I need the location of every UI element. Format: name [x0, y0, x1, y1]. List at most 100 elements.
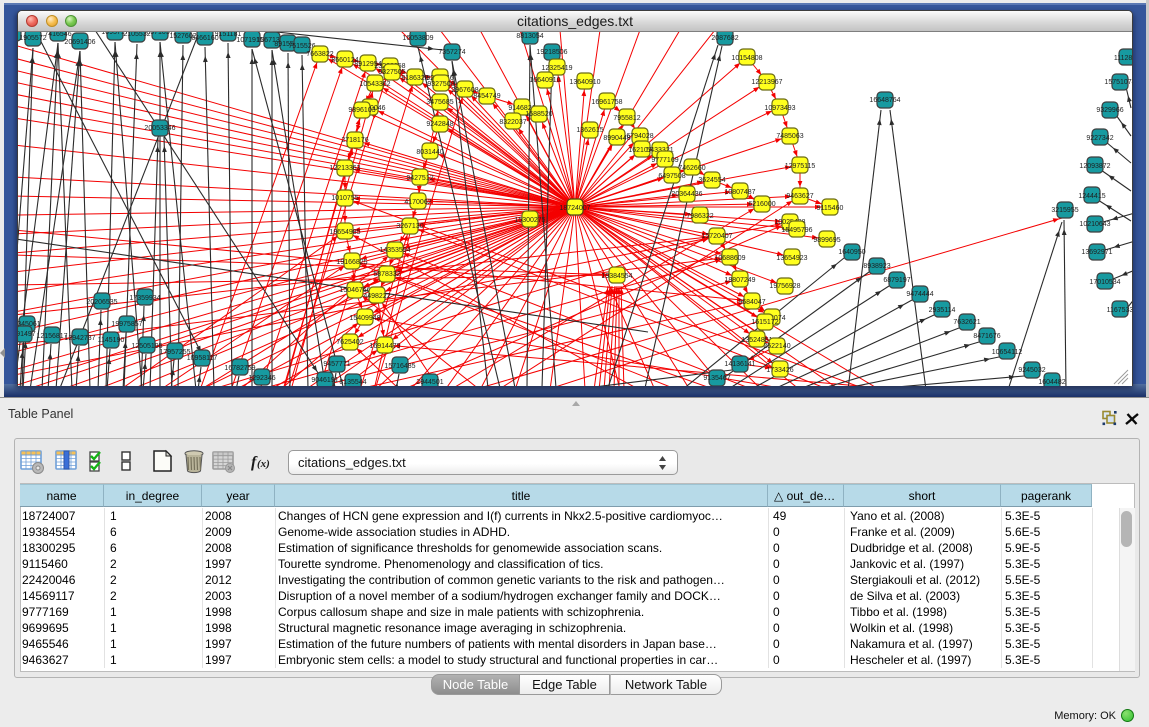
svg-text:9046191: 9046191	[311, 377, 338, 384]
svg-text:6216000: 6216000	[748, 201, 775, 208]
svg-text:1640950: 1640950	[838, 249, 865, 256]
svg-text:(x): (x)	[257, 458, 270, 470]
svg-text:3624554: 3624554	[698, 177, 725, 184]
svg-text:9474444: 9474444	[906, 291, 933, 298]
svg-text:1615172: 1615172	[751, 319, 778, 326]
svg-text:13654923: 13654923	[776, 255, 807, 262]
svg-text:7986322: 7986322	[686, 213, 713, 220]
svg-text:9899695: 9899695	[813, 237, 840, 244]
svg-text:15495796: 15495796	[781, 227, 812, 234]
svg-text:10807487: 10807487	[724, 189, 755, 196]
svg-text:7416546: 7416546	[44, 32, 71, 38]
svg-text:12325419: 12325419	[541, 65, 572, 72]
svg-text:991497: 991497	[18, 331, 36, 338]
svg-text:7462660: 7462660	[678, 165, 705, 172]
svg-text:18724007: 18724007	[559, 205, 590, 212]
svg-text:9684047: 9684047	[738, 299, 765, 306]
svg-text:19975857: 19975857	[111, 321, 142, 328]
svg-text:2522140: 2522140	[763, 343, 790, 350]
svg-text:12505195: 12505195	[131, 343, 162, 350]
svg-text:2944501: 2944501	[416, 379, 443, 386]
svg-text:16961758: 16961758	[591, 99, 622, 106]
svg-text:1733426: 1733426	[766, 367, 793, 374]
svg-text:10688609: 10688609	[714, 255, 745, 262]
svg-text:10958117: 10958117	[187, 355, 218, 362]
svg-text:8454749: 8454749	[473, 93, 500, 100]
svg-text:4170062: 4170062	[404, 199, 431, 206]
svg-text:6497508: 6497508	[658, 173, 685, 180]
svg-text:19756928: 19756928	[769, 283, 800, 290]
svg-text:12213363: 12213363	[329, 165, 360, 172]
svg-text:15409948: 15409948	[349, 315, 380, 322]
svg-text:1362615: 1362615	[576, 127, 603, 134]
svg-text:12093872: 12093872	[1079, 163, 1110, 170]
svg-text:7357274: 7357274	[438, 49, 465, 56]
svg-text:14353594: 14353594	[379, 247, 410, 254]
svg-text:1010755: 1010755	[331, 195, 358, 202]
svg-text:16640910: 16640910	[529, 77, 560, 84]
svg-text:9227342: 9227342	[1086, 135, 1113, 142]
svg-text:1292346: 1292346	[248, 375, 275, 382]
svg-text:8813054: 8813054	[516, 33, 543, 40]
svg-text:20053346: 20053346	[144, 125, 175, 132]
svg-text:7632621: 7632621	[953, 319, 980, 326]
svg-text:5878332: 5878332	[373, 271, 400, 278]
svg-text:12942737: 12942737	[64, 335, 95, 342]
svg-text:1588520: 1588520	[525, 111, 552, 118]
svg-text:14136141: 14136141	[724, 361, 755, 368]
svg-text:10654112: 10654112	[992, 349, 1023, 356]
svg-text:20691406: 20691406	[64, 39, 95, 46]
svg-text:8938923: 8938923	[863, 263, 890, 270]
svg-text:12975115: 12975115	[785, 163, 816, 170]
svg-text:18807249: 18807249	[724, 277, 755, 284]
svg-text:19654985: 19654985	[329, 229, 360, 236]
svg-text:7663822: 7663822	[306, 51, 333, 58]
svg-text:19166825: 19166825	[336, 259, 367, 266]
svg-text:8322037: 8322037	[499, 119, 526, 126]
svg-text:17359934: 17359934	[129, 295, 160, 302]
svg-text:9329966: 9329966	[1096, 107, 1123, 114]
svg-text:8186328: 8186328	[401, 75, 428, 82]
svg-text:2718176: 2718176	[341, 137, 368, 144]
svg-text:1244415: 1244415	[1078, 193, 1105, 200]
svg-text:2087682: 2087682	[711, 35, 738, 42]
svg-text:10210643: 10210643	[1079, 221, 1110, 228]
svg-text:15716485: 15716485	[384, 363, 415, 370]
svg-text:9896103: 9896103	[348, 107, 375, 114]
svg-text:13692971: 13692971	[1081, 249, 1112, 256]
svg-text:7485063: 7485063	[776, 133, 803, 140]
svg-text:7625402: 7625402	[336, 339, 363, 346]
svg-text:16053809: 16053809	[402, 35, 433, 42]
svg-text:1167533: 1167533	[1107, 307, 1132, 314]
svg-text:8031440: 8031440	[416, 149, 443, 156]
svg-text:9115460: 9115460	[817, 205, 844, 212]
svg-text:3215955: 3215955	[1051, 207, 1078, 214]
svg-text:9427512: 9427512	[406, 175, 433, 182]
svg-text:20364436: 20364436	[671, 191, 702, 198]
svg-text:9135467: 9135467	[703, 375, 730, 382]
svg-text:9457771: 9457771	[323, 361, 350, 368]
svg-text:10543362: 10543362	[359, 81, 390, 88]
svg-text:10154808: 10154808	[731, 55, 762, 62]
svg-text:8135544: 8135544	[339, 379, 366, 386]
svg-text:9463627: 9463627	[786, 193, 813, 200]
svg-text:2935114: 2935114	[929, 307, 956, 314]
svg-text:20206535: 20206535	[86, 299, 117, 306]
svg-text:7955812: 7955812	[613, 115, 640, 122]
svg-text:6879197: 6879197	[883, 277, 910, 284]
svg-text:19218506: 19218506	[536, 49, 567, 56]
svg-text:6794028: 6794028	[626, 133, 653, 140]
svg-text:19384554: 19384554	[601, 273, 632, 280]
svg-text:4498222: 4498222	[363, 293, 390, 300]
svg-text:17010534: 17010534	[1089, 279, 1120, 286]
svg-text:9245032: 9245032	[1018, 367, 1045, 374]
svg-text:13640910: 13640910	[569, 79, 600, 86]
svg-text:16648764: 16648764	[869, 97, 900, 104]
svg-text:10973493: 10973493	[764, 105, 795, 112]
svg-text:9242848: 9242848	[426, 121, 453, 128]
svg-text:1905572: 1905572	[19, 35, 46, 42]
svg-text:16782759: 16782759	[224, 365, 255, 372]
svg-text:9777169: 9777169	[651, 157, 678, 164]
svg-text:12156817: 12156817	[36, 333, 67, 340]
svg-text:15751074: 15751074	[1104, 79, 1132, 86]
